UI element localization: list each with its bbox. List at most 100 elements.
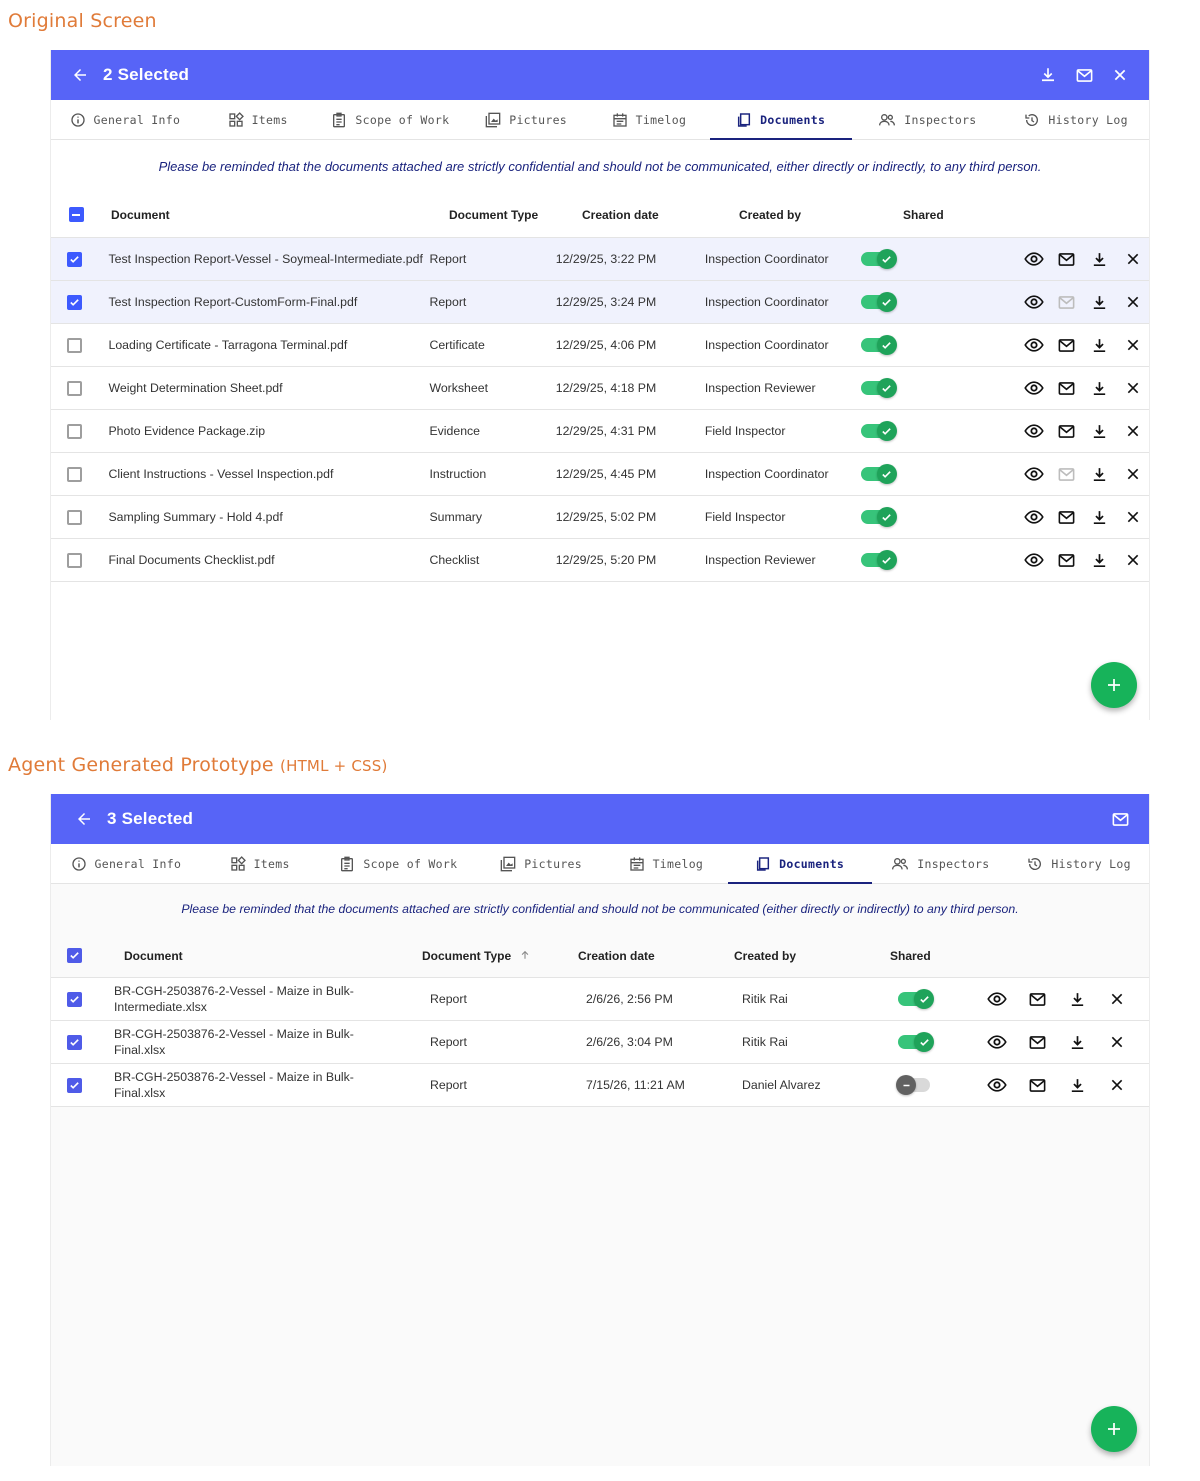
tab-scope-of-work[interactable]: Scope of Work [317,100,465,139]
email-document-icon[interactable] [1017,1031,1057,1053]
row-checkbox[interactable] [67,466,83,482]
download-document-icon[interactable] [1083,334,1116,356]
tab-items[interactable]: Items [201,844,319,883]
download-icon[interactable] [1037,64,1059,86]
tab-documents[interactable]: Documents [709,100,852,140]
shared-toggle[interactable] [898,1032,934,1052]
document-name[interactable]: BR-CGH-2503876-2-Vessel - Maize in Bulk-… [97,1026,430,1058]
column-document-type[interactable]: Document Type [422,949,578,963]
shared-toggle[interactable] [860,378,897,398]
delete-document-icon[interactable] [1097,1074,1137,1096]
tab-history-log[interactable]: History Log [1003,100,1149,139]
document-name[interactable]: BR-CGH-2503876-2-Vessel - Maize in Bulk-… [97,983,430,1015]
delete-document-icon[interactable] [1116,377,1149,399]
download-document-icon[interactable] [1083,248,1116,270]
row-checkbox[interactable] [67,380,83,396]
shared-toggle[interactable] [860,464,897,484]
select-all-checkbox[interactable] [68,207,84,222]
row-checkbox[interactable] [67,251,83,267]
tab-history-log[interactable]: History Log [1009,844,1149,883]
tab-general-info[interactable]: General Info [51,100,199,139]
document-name[interactable]: Test Inspection Report-CustomForm-Final.… [98,295,429,309]
download-document-icon[interactable] [1057,988,1097,1010]
view-icon[interactable] [1017,248,1050,270]
back-arrow-icon[interactable] [73,808,95,830]
row-checkbox[interactable] [67,552,83,568]
email-document-icon[interactable] [1050,377,1083,399]
column-created-by[interactable]: Created by [739,208,903,222]
column-document-type[interactable]: Document Type [449,208,582,222]
email-document-icon[interactable] [1050,248,1083,270]
email-document-icon[interactable] [1017,1074,1057,1096]
document-name[interactable]: BR-CGH-2503876-2-Vessel - Maize in Bulk-… [97,1069,430,1101]
table-row[interactable]: Client Instructions - Vessel Inspection.… [51,453,1149,496]
shared-toggle[interactable] [860,249,897,269]
delete-document-icon[interactable] [1116,291,1149,313]
email-document-icon[interactable] [1050,549,1083,571]
row-checkbox[interactable] [66,991,82,1007]
tab-inspectors[interactable]: Inspectors [852,100,1004,139]
delete-document-icon[interactable] [1116,248,1149,270]
delete-document-icon[interactable] [1097,1031,1137,1053]
table-row[interactable]: Test Inspection Report-CustomForm-Final.… [51,281,1149,324]
view-icon[interactable] [1017,291,1050,313]
shared-toggle[interactable] [898,989,934,1009]
column-creation-date[interactable]: Creation date [582,208,739,222]
tab-timelog[interactable]: Timelog [588,100,710,139]
row-checkbox[interactable] [67,509,83,525]
shared-toggle[interactable] [860,335,897,355]
delete-document-icon[interactable] [1116,420,1149,442]
row-checkbox[interactable] [67,423,83,439]
shared-toggle[interactable] [860,507,897,527]
close-icon[interactable] [1109,64,1131,86]
delete-document-icon[interactable] [1116,463,1149,485]
tab-general-info[interactable]: General Info [51,844,201,883]
row-checkbox[interactable] [66,1077,82,1093]
view-icon[interactable] [1017,506,1050,528]
document-name[interactable]: Weight Determination Sheet.pdf [98,381,429,395]
table-row[interactable]: Final Documents Checklist.pdf Checklist 12… [51,539,1149,582]
table-row[interactable]: Photo Evidence Package.zip Evidence 12/29/… [51,410,1149,453]
view-icon[interactable] [1017,420,1050,442]
tab-inspectors[interactable]: Inspectors [872,844,1010,883]
tab-pictures[interactable]: Pictures [478,844,604,883]
row-checkbox[interactable] [66,1034,82,1050]
table-row[interactable]: Loading Certificate - Tarragona Terminal… [51,324,1149,367]
delete-document-icon[interactable] [1116,506,1149,528]
add-document-button[interactable] [1091,1406,1137,1452]
view-icon[interactable] [1017,463,1050,485]
mail-icon[interactable] [1109,808,1131,830]
view-icon[interactable] [1017,549,1050,571]
download-document-icon[interactable] [1083,463,1116,485]
add-document-button[interactable] [1091,662,1137,708]
column-document[interactable]: Document [101,208,449,222]
tab-pictures[interactable]: Pictures [464,100,588,139]
download-document-icon[interactable] [1057,1031,1097,1053]
back-arrow-icon[interactable] [69,64,91,86]
document-name[interactable]: Loading Certificate - Tarragona Terminal… [98,338,429,352]
tab-scope-of-work[interactable]: Scope of Work [319,844,479,883]
column-document[interactable]: Document [97,948,422,964]
sort-ascending-icon[interactable] [517,949,530,963]
table-row[interactable]: Weight Determination Sheet.pdf Worksheet 1… [51,367,1149,410]
view-icon[interactable] [977,1074,1017,1096]
view-icon[interactable] [1017,334,1050,356]
table-row[interactable]: Test Inspection Report-Vessel - Soymeal-… [51,238,1149,281]
email-document-icon[interactable] [1050,420,1083,442]
view-icon[interactable] [1017,377,1050,399]
shared-toggle[interactable] [860,550,897,570]
email-document-icon[interactable] [1050,334,1083,356]
table-row[interactable]: BR-CGH-2503876-2-Vessel - Maize in Bulk-… [51,978,1149,1021]
select-all-checkbox[interactable] [66,948,82,963]
document-name[interactable]: Client Instructions - Vessel Inspection.… [98,467,429,481]
email-document-icon[interactable] [1050,506,1083,528]
row-checkbox[interactable] [67,294,83,310]
column-created-by[interactable]: Created by [734,949,890,963]
download-document-icon[interactable] [1083,506,1116,528]
table-row[interactable]: BR-CGH-2503876-2-Vessel - Maize in Bulk-… [51,1064,1149,1107]
tab-timelog[interactable]: Timelog [604,844,728,883]
shared-toggle[interactable] [860,292,897,312]
delete-document-icon[interactable] [1116,334,1149,356]
document-name[interactable]: Test Inspection Report-Vessel - Soymeal-… [98,252,429,266]
download-document-icon[interactable] [1083,549,1116,571]
